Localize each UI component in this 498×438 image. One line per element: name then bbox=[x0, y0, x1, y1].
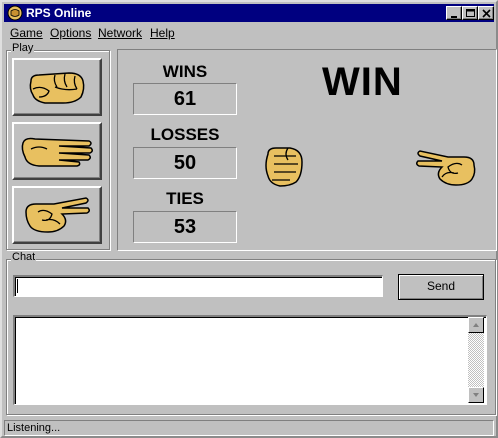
scroll-down-button[interactable] bbox=[468, 387, 484, 403]
close-button[interactable] bbox=[478, 6, 494, 20]
losses-value: 50 bbox=[133, 147, 237, 179]
losses-label: LOSSES bbox=[150, 125, 220, 144]
menu-options[interactable]: Options bbox=[50, 26, 91, 40]
menu-game[interactable]: Game bbox=[10, 26, 43, 40]
minimize-button[interactable] bbox=[446, 6, 462, 20]
rock-fist-icon bbox=[29, 72, 85, 104]
wins-label: WINS bbox=[162, 62, 208, 81]
scissors-hand-icon bbox=[25, 197, 91, 233]
opponent-hand-display bbox=[414, 147, 478, 192]
send-button[interactable]: Send bbox=[398, 274, 484, 300]
scissors-button[interactable] bbox=[12, 186, 102, 244]
chat-group-label: Chat bbox=[11, 251, 37, 263]
menu-network[interactable]: Network bbox=[98, 26, 142, 40]
chat-log[interactable] bbox=[13, 315, 487, 405]
chat-input[interactable] bbox=[13, 275, 383, 297]
status-bar: Listening... bbox=[4, 420, 494, 436]
play-group-label: Play bbox=[11, 42, 35, 54]
arrow-up-icon bbox=[473, 323, 479, 327]
text-caret bbox=[17, 279, 18, 293]
rock-button[interactable] bbox=[12, 58, 102, 116]
maximize-button[interactable] bbox=[462, 6, 478, 20]
ties-value: 53 bbox=[133, 211, 237, 243]
ties-label: TIES bbox=[166, 189, 204, 208]
app-icon bbox=[7, 5, 23, 21]
paper-button[interactable] bbox=[12, 122, 102, 180]
round-result: WIN bbox=[322, 60, 403, 104]
paper-hand-icon bbox=[21, 137, 94, 167]
chat-log-scrollbar[interactable] bbox=[468, 317, 484, 403]
title-bar[interactable]: RPS Online bbox=[4, 4, 494, 22]
rock-fist-icon bbox=[265, 147, 303, 187]
menu-help[interactable]: Help bbox=[150, 26, 175, 40]
scissors-hand-icon bbox=[415, 150, 476, 186]
app-window: RPS Online Game Options Network Help Pla… bbox=[0, 0, 498, 438]
scroll-up-button[interactable] bbox=[468, 317, 484, 333]
wins-value: 61 bbox=[133, 83, 237, 115]
player-hand-display bbox=[260, 142, 308, 193]
arrow-down-icon bbox=[473, 393, 479, 397]
window-title: RPS Online bbox=[26, 6, 92, 20]
